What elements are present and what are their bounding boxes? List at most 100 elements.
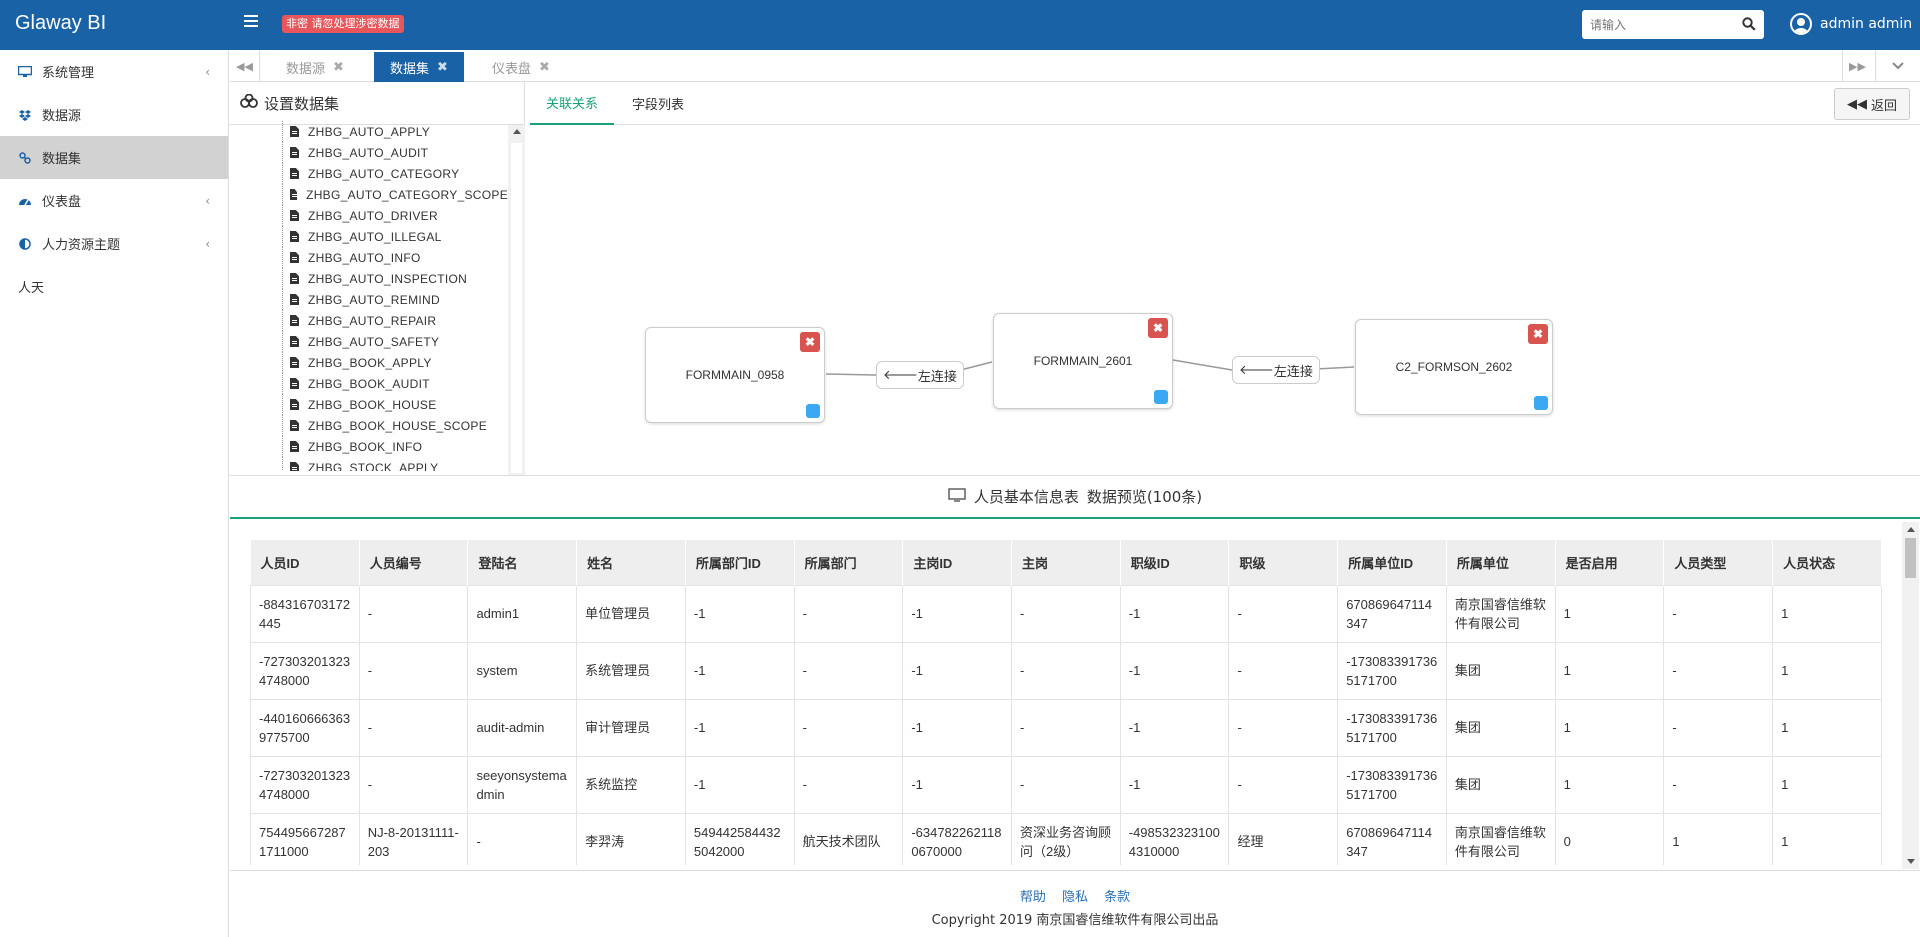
tab-scroll-left-icon[interactable]: ◀◀ [230,50,260,82]
relation-canvas[interactable]: FORMMAIN_0958 ✖ FORMMAIN_2601 ✖ C2_FORMS… [530,125,1920,475]
tree-node[interactable]: ZHBG_BOOK_AUDIT [230,373,508,394]
table-cell: - [1663,641,1774,700]
column-header[interactable]: 所属单位ID [1337,540,1447,585]
table-row[interactable]: -7273032013234748000- seeyonsystemadmin 系统… [250,755,1882,814]
table-cell: -4985323231004310000 [1119,812,1230,865]
table-node[interactable]: C2_FORMSON_2602 ✖ [1355,319,1553,415]
delete-icon[interactable]: ✖ [800,332,820,352]
table-cell: - [358,584,469,643]
user-menu[interactable]: admin admin [1790,13,1912,35]
tree-node-label: ZHBG_BOOK_HOUSE [308,397,437,412]
column-header[interactable]: 登陆名 [467,540,578,585]
dataset-tree-panel: 设置数据集 ZHBG_AUTO_APPLY ZHBG_AUTO_AUDIT ZH… [230,82,525,475]
menu-toggle-icon[interactable] [244,15,258,29]
column-header[interactable]: 人员编号 [359,540,469,585]
table-row[interactable]: -884316703172445- admin1 单位管理员 -1- -1- -1-670… [250,584,1882,643]
search-icon[interactable] [1742,17,1756,35]
tree-node[interactable]: ZHBG_BOOK_HOUSE_SCOPE [230,415,508,436]
tree-node[interactable]: ZHBG_AUTO_CATEGORY_SCOPE [230,184,508,205]
sidebar-item-datasource[interactable]: 数据源 [0,93,228,136]
tab-dashboard[interactable]: 仪表盘 ✖ [476,52,566,82]
close-icon[interactable]: ✖ [437,60,448,75]
connect-port-icon[interactable] [1154,390,1168,404]
table-cell: - [1663,584,1774,643]
table-cell: -6347822621180670000 [902,812,1013,865]
close-icon[interactable]: ✖ [539,60,550,75]
table-cell: system [467,641,578,700]
tree-node[interactable]: ZHBG_BOOK_APPLY [230,352,508,373]
table-cell: - [793,584,904,643]
tree-node[interactable]: ZHBG_AUTO_DRIVER [230,205,508,226]
tab-field-list[interactable]: 字段列表 [616,82,700,125]
column-header[interactable]: 所属单位 [1446,540,1556,585]
column-header[interactable]: 所属部门 [794,540,904,585]
table-node[interactable]: FORMMAIN_2601 ✖ [993,313,1173,409]
table-row[interactable]: 7544956672871711000 NJ-8-20131111-203- 李羿涛… [250,812,1882,865]
tree-node-label: ZHBG_BOOK_AUDIT [308,376,430,391]
tree-scrollbar[interactable] [508,125,525,475]
tree-node[interactable]: ZHBG_AUTO_APPLY [230,121,508,142]
column-header[interactable]: 姓名 [576,540,686,585]
tab-dataset[interactable]: 数据集 ✖ [374,52,464,82]
table-scrollbar[interactable] [1902,522,1919,869]
table-cell: - [1011,755,1121,814]
table-row[interactable]: -4401606663639775700- audit-admin 审计管理员 -1-… [250,698,1882,757]
tab-scroll-right-icon[interactable]: ▶▶ [1842,50,1872,82]
tree-node[interactable]: ZHBG_AUTO_REMIND [230,289,508,310]
tab-datasource[interactable]: 数据源 ✖ [270,52,360,82]
tab-relations[interactable]: 关联关系 [530,82,615,125]
sidebar-item-person-day[interactable]: 人天 [0,265,228,308]
delete-icon[interactable]: ✖ [1528,324,1548,344]
tree-node[interactable]: ZHBG_AUTO_ILLEGAL [230,226,508,247]
table-cell: - [793,698,904,757]
table-node[interactable]: FORMMAIN_0958 ✖ [645,327,825,423]
tree-node[interactable]: ZHBG_AUTO_CATEGORY [230,163,508,184]
sidebar-item-dataset[interactable]: 数据集 [0,136,228,179]
scroll-thumb[interactable] [511,143,522,473]
join-type-label[interactable]: 🡐 左连接 [1232,356,1320,384]
tree-node[interactable]: ZHBG_AUTO_AUDIT [230,142,508,163]
sidebar-item-hr-topic[interactable]: 人力资源主题 ‹ [0,222,228,265]
tree-node[interactable]: ZHBG_BOOK_INFO [230,436,508,457]
column-header[interactable]: 是否启用 [1555,540,1665,585]
search-input[interactable] [1582,10,1732,39]
table-row[interactable]: -7273032013234748000- system 系统管理员 -1- -1- -1… [250,641,1882,700]
tree-node[interactable]: ZHBG_BOOK_HOUSE [230,394,508,415]
help-link[interactable]: 帮助 [1020,890,1046,905]
sidebar-item-system-management[interactable]: 系统管理 ‹ [0,50,228,93]
back-button[interactable]: ◀◀ 返回 [1833,88,1910,120]
tree-node-label: ZHBG_AUTO_REPAIR [308,313,437,328]
privacy-link[interactable]: 隐私 [1062,890,1088,905]
tree-node[interactable]: ZHBG_AUTO_REPAIR [230,310,508,331]
terms-link[interactable]: 条款 [1104,890,1130,905]
table-cell: - [1228,698,1339,757]
tree-node[interactable]: ZHBG_STOCK_APPLY [230,457,508,471]
copyright-text: Copyright 2019 南京国睿信维软件有限公司出品 [931,913,1219,928]
column-header[interactable]: 主岗 [1011,540,1121,585]
table-cell: 系统管理员 [576,641,686,700]
column-header[interactable]: 人员状态 [1772,540,1882,585]
column-header[interactable]: 职级 [1228,540,1339,585]
tree-node[interactable]: ZHBG_AUTO_SAFETY [230,331,508,352]
delete-icon[interactable]: ✖ [1148,318,1168,338]
connect-port-icon[interactable] [1534,396,1548,410]
column-header[interactable]: 人员ID [250,540,360,585]
chevron-down-icon[interactable] [1875,50,1920,82]
table-cell: - [1011,584,1121,643]
tree-node[interactable]: ZHBG_AUTO_INSPECTION [230,268,508,289]
join-type-label[interactable]: 🡐 左连接 [876,361,964,389]
column-header[interactable]: 主岗ID [902,540,1013,585]
scroll-up-icon[interactable] [1907,527,1915,532]
column-header[interactable]: 人员类型 [1663,540,1774,585]
sidebar-item-dashboard[interactable]: 仪表盘 ‹ [0,179,228,222]
scroll-down-icon[interactable] [1907,859,1915,864]
relation-tabs: 关联关系 字段列表 ◀◀ 返回 [530,82,1920,125]
close-icon[interactable]: ✖ [333,60,344,75]
column-header[interactable]: 所属部门ID [685,540,795,585]
tree-node[interactable]: ZHBG_AUTO_INFO [230,247,508,268]
scroll-up-icon[interactable] [513,129,521,134]
scroll-thumb[interactable] [1905,538,1916,578]
connect-port-icon[interactable] [806,404,820,418]
column-header[interactable]: 职级ID [1120,540,1230,585]
brand-logo[interactable]: Glaway BI [15,12,106,35]
